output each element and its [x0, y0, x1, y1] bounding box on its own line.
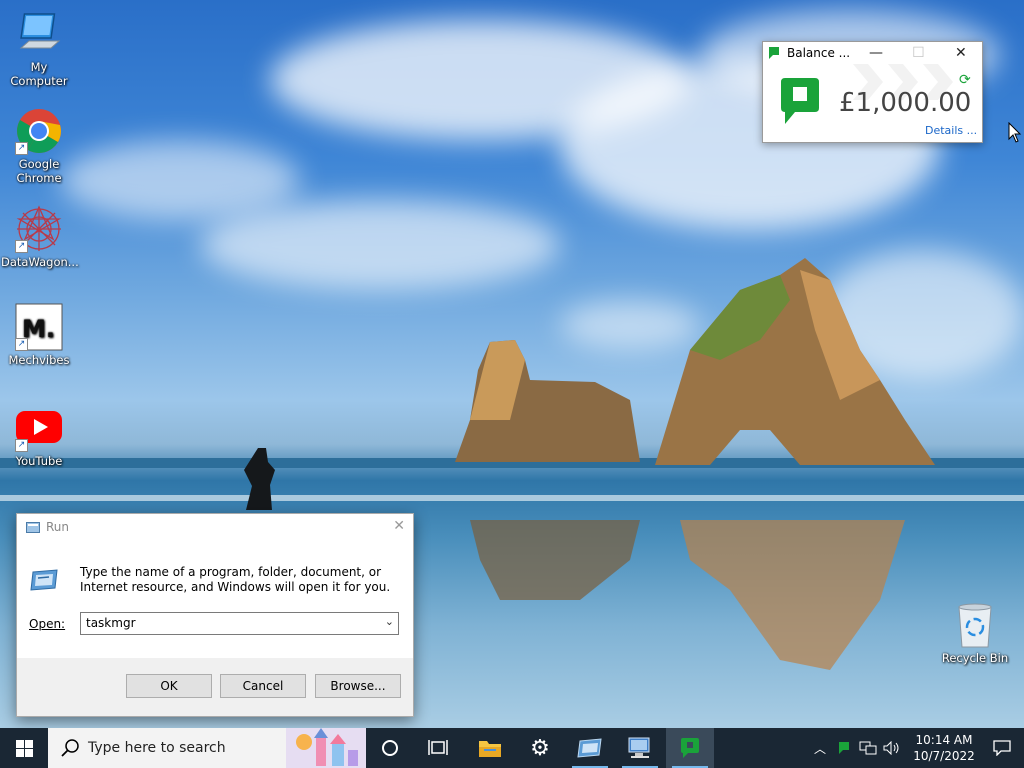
run-program-icon	[29, 568, 59, 595]
task-view-icon	[428, 740, 448, 755]
recycle-bin-icon	[951, 601, 999, 649]
search-icon	[60, 738, 80, 758]
clock[interactable]: 10:14 AM 10/7/2022	[908, 732, 980, 764]
chevron-up-icon: ︿	[813, 741, 826, 756]
run-dialog-body: Type the name of a program, folder, docu…	[17, 540, 413, 658]
action-center-button[interactable]	[980, 728, 1024, 768]
run-app-icon	[26, 521, 40, 533]
maximize-button[interactable]: ☐	[897, 42, 939, 64]
ok-button[interactable]: OK	[126, 674, 212, 698]
taskbar-run[interactable]	[566, 728, 614, 768]
desktop-icon-label: DataWagon...	[1, 255, 79, 269]
cortana-circle-icon	[382, 740, 398, 756]
balance-titlebar[interactable]: Balance ... — ☐ ✕	[763, 42, 982, 64]
desktop-icon-google-chrome[interactable]: ↗ Google Chrome	[1, 107, 77, 185]
folder-icon	[479, 741, 501, 757]
balance-window-title: Balance ...	[787, 46, 851, 60]
desktop-icon-label: Google Chrome	[16, 157, 62, 185]
windows-logo-icon	[15, 739, 33, 757]
desktop-icon-youtube[interactable]: ↗ YouTube	[1, 404, 77, 468]
taskbar: Type here to search ⚙ ︿ 10:14 AM 10/7/20…	[0, 728, 1024, 768]
run-dialog[interactable]: Run ✕ Type the name of a program, folder…	[16, 513, 414, 717]
close-button[interactable]: ✕	[940, 42, 982, 64]
cancel-button[interactable]: Cancel	[220, 674, 306, 698]
desktop-icon-label: Recycle Bin	[941, 651, 1009, 665]
tray-balance-icon[interactable]	[832, 728, 856, 768]
run-program-icon	[577, 738, 602, 758]
taskbar-search-box[interactable]: Type here to search	[48, 728, 366, 768]
desktop-icon-label: My Computer	[10, 60, 68, 88]
refresh-icon[interactable]: ⟳	[959, 72, 971, 88]
desktop-icon-label: Mechvibes	[8, 353, 70, 367]
taskbar-settings[interactable]: ⚙	[516, 728, 564, 768]
close-button[interactable]: ✕	[393, 518, 405, 534]
details-link[interactable]: Details ...	[925, 124, 977, 137]
desktop-icon-my-computer[interactable]: My Computer	[1, 10, 77, 88]
shortcut-arrow-icon: ↗	[15, 338, 28, 351]
run-titlebar[interactable]: Run ✕	[17, 514, 413, 540]
open-label: Open:	[29, 617, 66, 631]
mouse-cursor-icon	[1008, 122, 1022, 143]
shortcut-arrow-icon: ↗	[15, 240, 28, 253]
taskbar-remote-desktop[interactable]	[616, 728, 664, 768]
gear-icon: ⚙	[530, 735, 550, 761]
browse-button[interactable]: Browse...	[315, 674, 401, 698]
open-combobox[interactable]: taskmgr ⌄	[80, 612, 399, 635]
youtube-icon: ↗	[15, 404, 63, 452]
taskbar-balance-app[interactable]	[666, 728, 714, 768]
chrome-icon: ↗	[15, 107, 63, 155]
start-button[interactable]	[0, 728, 48, 768]
volume-icon[interactable]	[880, 728, 904, 768]
run-dialog-title: Run	[46, 520, 70, 534]
minimize-button[interactable]: —	[855, 42, 897, 64]
brand-logo-icon	[781, 78, 819, 127]
brand-logo-icon	[681, 738, 699, 758]
desktop-icon-recycle-bin[interactable]: Recycle Bin	[937, 601, 1013, 665]
remote-desktop-icon	[628, 737, 650, 758]
notification-icon	[993, 740, 1011, 756]
open-input[interactable]: taskmgr	[86, 616, 136, 630]
desktop-icon-mechvibes[interactable]: M. ↗ Mechvibes	[1, 303, 77, 367]
system-tray: ︿ 10:14 AM 10/7/2022	[808, 728, 1024, 768]
datawagon-mandala-icon: ↗	[15, 205, 63, 253]
balance-content: ⟳ £1,000.00 Details ...	[763, 64, 982, 141]
run-description: Type the name of a program, folder, docu…	[80, 565, 391, 594]
search-placeholder: Type here to search	[88, 740, 226, 756]
show-hidden-icons-button[interactable]: ︿	[808, 728, 832, 768]
chevron-down-icon[interactable]: ⌄	[385, 615, 394, 628]
search-highlight-image	[286, 728, 366, 768]
shortcut-arrow-icon: ↗	[15, 439, 28, 452]
balance-amount: £1,000.00	[839, 88, 972, 118]
computer-icon	[15, 10, 63, 58]
cortana-button[interactable]	[366, 728, 414, 768]
desktop-icon-datawagon[interactable]: ↗ DataWagon...	[1, 205, 79, 269]
clock-time: 10:14 AM	[915, 733, 973, 747]
desktop-icon-label: YouTube	[15, 454, 63, 468]
network-icon[interactable]	[856, 728, 880, 768]
balance-widget-window[interactable]: Balance ... — ☐ ✕ ⟳ £1,000.00 Details ..…	[762, 41, 983, 143]
taskbar-file-explorer[interactable]	[466, 728, 514, 768]
brand-logo-small-icon	[769, 47, 779, 59]
mechvibes-icon: M. ↗	[15, 303, 63, 351]
shortcut-arrow-icon: ↗	[15, 142, 28, 155]
clock-date: 10/7/2022	[913, 749, 975, 763]
task-view-button[interactable]	[414, 728, 462, 768]
